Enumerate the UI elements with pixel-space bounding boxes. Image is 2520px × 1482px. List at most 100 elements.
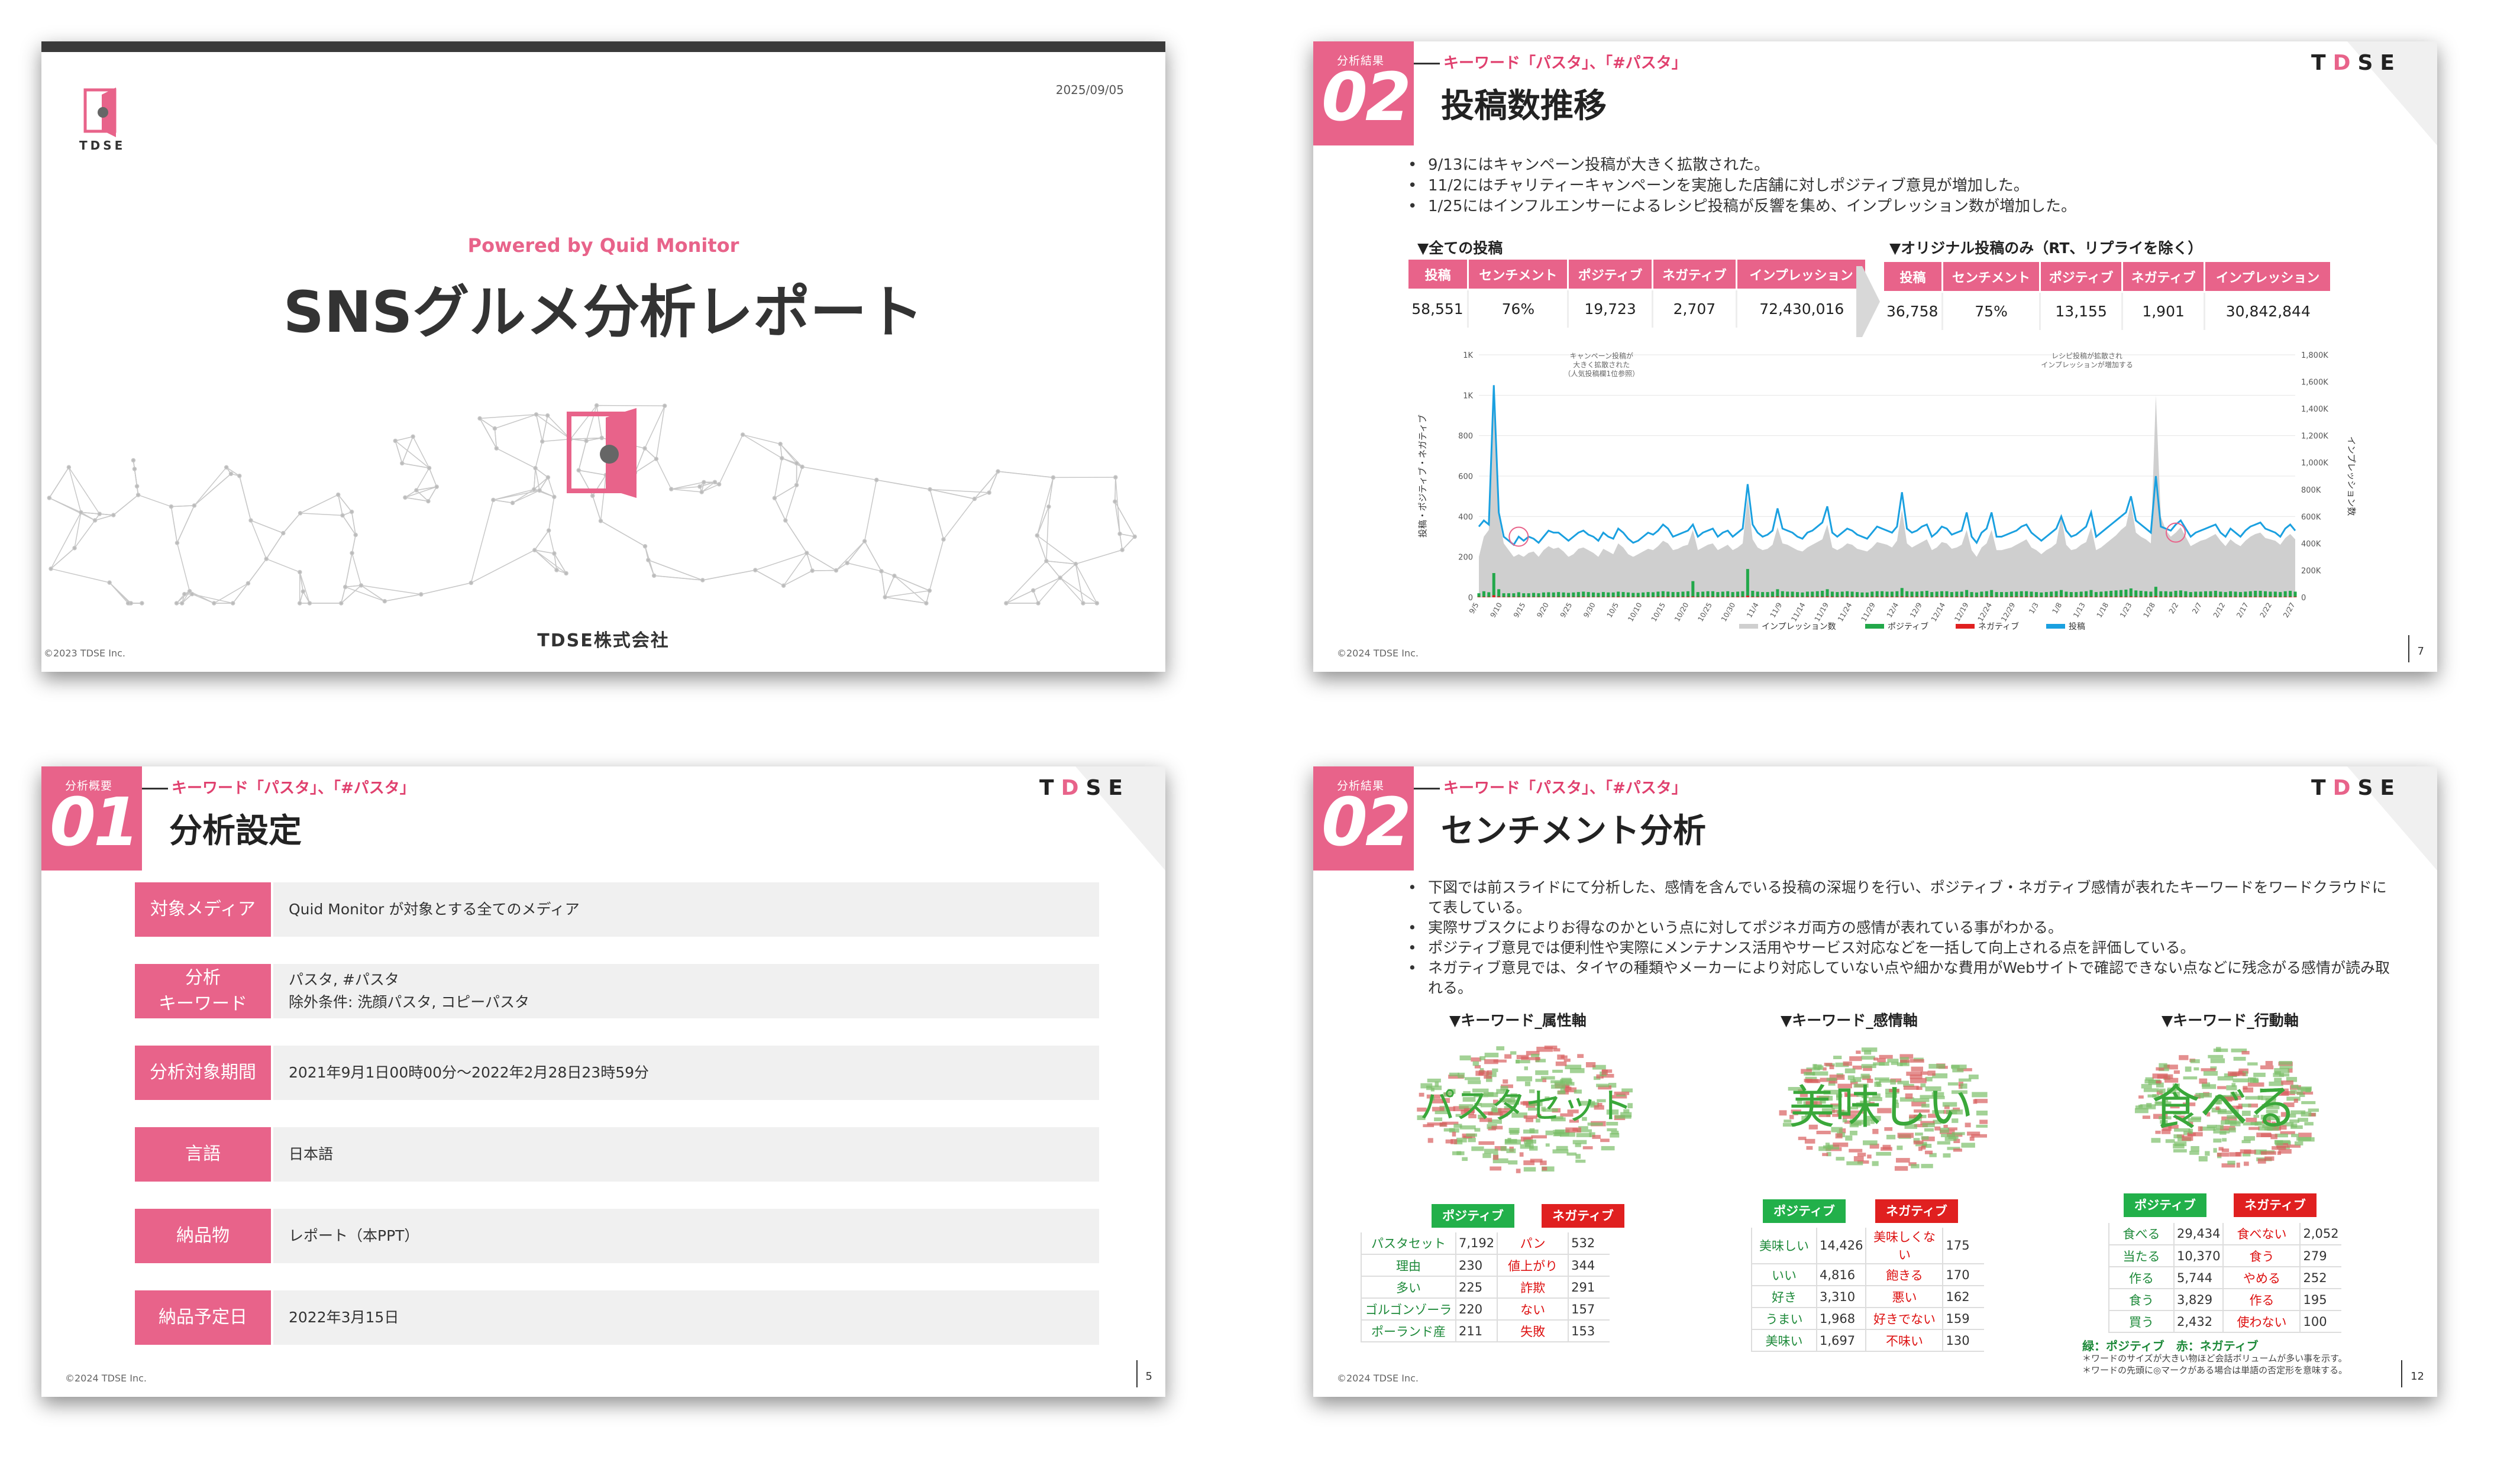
network-node xyxy=(1046,504,1051,509)
cell: 58,551 xyxy=(1411,300,1463,318)
network-node xyxy=(783,518,788,523)
cloud-word-blob xyxy=(1951,1065,1960,1069)
cloud-word-blob xyxy=(2261,1151,2276,1155)
positive-bar xyxy=(2054,591,2058,597)
cloud-word-blob xyxy=(1510,1051,1517,1055)
cloud-word-blob xyxy=(1563,1059,1571,1062)
negative-tag: ネガティブ xyxy=(2234,1193,2317,1217)
keyword-cell: 詐欺 xyxy=(1497,1276,1569,1299)
network-edge xyxy=(1038,577,1061,604)
keyword-table-emotion: 美味しい 14,426 美味しくない 175 いい 4,816 飽きる 170 好き 3,310 悪… xyxy=(1751,1228,1985,1352)
network-edge xyxy=(1046,561,1061,578)
network-node xyxy=(800,464,805,470)
positive-bar xyxy=(1711,591,1714,597)
cell: 1,901 xyxy=(2121,292,2205,330)
positive-bar xyxy=(1786,591,1789,597)
positive-bar xyxy=(1950,592,1953,597)
slide-post-trend[interactable]: 分析結果 02 キーワード「パスタ」、「#パスタ」 投稿数推移 TDSE 9/1… xyxy=(1313,41,2437,672)
company-name: TDSE株式会社 xyxy=(537,630,670,651)
network-edge xyxy=(780,444,803,467)
network-edge xyxy=(1059,577,1084,604)
cloud-word-blob xyxy=(1471,1146,1484,1151)
cloud-word-blob xyxy=(1462,1157,1468,1161)
cloud-word-blob xyxy=(1911,1164,1920,1169)
network-node xyxy=(781,583,786,588)
network-node xyxy=(533,465,538,471)
y-tick: 600 xyxy=(1458,473,1473,481)
powered-by: Powered by Quid Monitor xyxy=(467,234,739,257)
network-edge xyxy=(50,512,82,569)
network-edge xyxy=(138,494,172,507)
bullet: ポジティブ意見では便利性や実際にメンテナンス活用やサービス対応などを一括して向上… xyxy=(1402,938,2396,958)
slide-analysis-settings[interactable]: 分析概要 01 キーワード「パスタ」、「#パスタ」 分析設定 TDSE 対象メデ… xyxy=(41,766,1165,1397)
page-number: 7 xyxy=(2408,635,2424,662)
count-cell: 29,434 xyxy=(2174,1223,2224,1245)
y2-tick: 0 xyxy=(2301,594,2306,603)
network-node xyxy=(716,482,722,487)
positive-bar xyxy=(2079,591,2083,597)
slide-sentiment[interactable]: 分析結果 02 キーワード「パスタ」、「#パスタ」 センチメント分析 TDSE … xyxy=(1313,766,2437,1397)
network-edge xyxy=(802,466,877,481)
positive-bar xyxy=(1642,592,1645,597)
positive-bar xyxy=(1646,592,1650,597)
keyword-cell: うまい xyxy=(1751,1308,1817,1330)
network-edge xyxy=(416,486,437,491)
positive-bar xyxy=(2094,592,2098,597)
positive-bar xyxy=(1552,592,1555,597)
positive-bar xyxy=(1527,593,1530,597)
network-edge xyxy=(421,582,471,595)
slide-title[interactable]: 2025/09/05 TDSE Powered by Quid Monitor … xyxy=(41,41,1165,672)
network-edge xyxy=(885,590,930,598)
row-value: 2021年9月1日00時00分～2022年2月28日23時59分 xyxy=(273,1046,1099,1100)
cloud-word-blob xyxy=(1531,1054,1539,1057)
col-header: インプレッション xyxy=(2204,260,2332,293)
impression-area xyxy=(1479,395,2295,597)
positive-bar xyxy=(1681,591,1685,597)
cell: 36,758 xyxy=(1886,302,1939,320)
cloud-word-blob xyxy=(1806,1146,1813,1150)
cloud-word-blob xyxy=(1472,1061,1479,1066)
positive-bar xyxy=(1706,591,1710,597)
network-node xyxy=(833,568,839,573)
cloud-word-blob xyxy=(2236,1162,2240,1168)
network-edge xyxy=(266,533,284,559)
original-posts-table: 投稿 センチメント ポジティブ ネガティブ インプレッション 36,758 75… xyxy=(1882,260,2332,330)
network-node xyxy=(307,601,312,606)
count-cell: 279 xyxy=(2300,1245,2342,1267)
positive-bar xyxy=(2244,591,2247,597)
network-node xyxy=(1058,575,1062,580)
x-tick: 2/2 xyxy=(2167,601,2180,616)
bullet-list: 下図では前スライドにて分析した、感情を含んでいる投稿の深堀りを行い、ポジティブ・… xyxy=(1402,878,2396,998)
positive-bar xyxy=(1836,592,1839,597)
x-tick: 10/20 xyxy=(1673,601,1690,623)
network-edge xyxy=(416,468,430,491)
legend-swatch xyxy=(1956,624,1975,629)
cloud-word-blob xyxy=(1504,1138,1517,1144)
network-node xyxy=(883,594,887,600)
cloud-word-blob xyxy=(2229,1152,2242,1157)
table-row: 買う 2,432 使わない 100 xyxy=(2108,1310,2342,1333)
network-edge xyxy=(929,489,944,540)
x-tick: 2/7 xyxy=(2191,601,2204,616)
network-edge xyxy=(402,436,413,464)
keyword-cell: ゴルゴンゾーラ xyxy=(1361,1298,1456,1321)
cloud-word-blob xyxy=(1557,1054,1565,1060)
positive-bar xyxy=(2164,591,2167,597)
cloud-word-blob xyxy=(1881,1147,1892,1151)
y-axis-label: 投稿・ポジティブ・ネガティブ xyxy=(1417,415,1428,538)
cloud-word-blob xyxy=(1427,1138,1433,1143)
cloud-big-word: パスタセット xyxy=(1420,1086,1633,1127)
copyright: ©2024 TDSE Inc. xyxy=(1337,648,1419,659)
network-node xyxy=(228,471,234,476)
x-tick: 11/4 xyxy=(1745,601,1760,619)
cloud-word-blob xyxy=(2279,1060,2293,1065)
network-node xyxy=(419,592,424,597)
positive-bar xyxy=(1840,591,1844,597)
x-tick: 1/13 xyxy=(2072,601,2087,619)
count-cell: 157 xyxy=(1568,1298,1610,1321)
network-node xyxy=(545,475,551,480)
network-edge xyxy=(864,480,877,542)
keyword-cell: いい xyxy=(1751,1264,1817,1286)
count-cell: 211 xyxy=(1456,1320,1498,1342)
network-node xyxy=(552,494,557,499)
